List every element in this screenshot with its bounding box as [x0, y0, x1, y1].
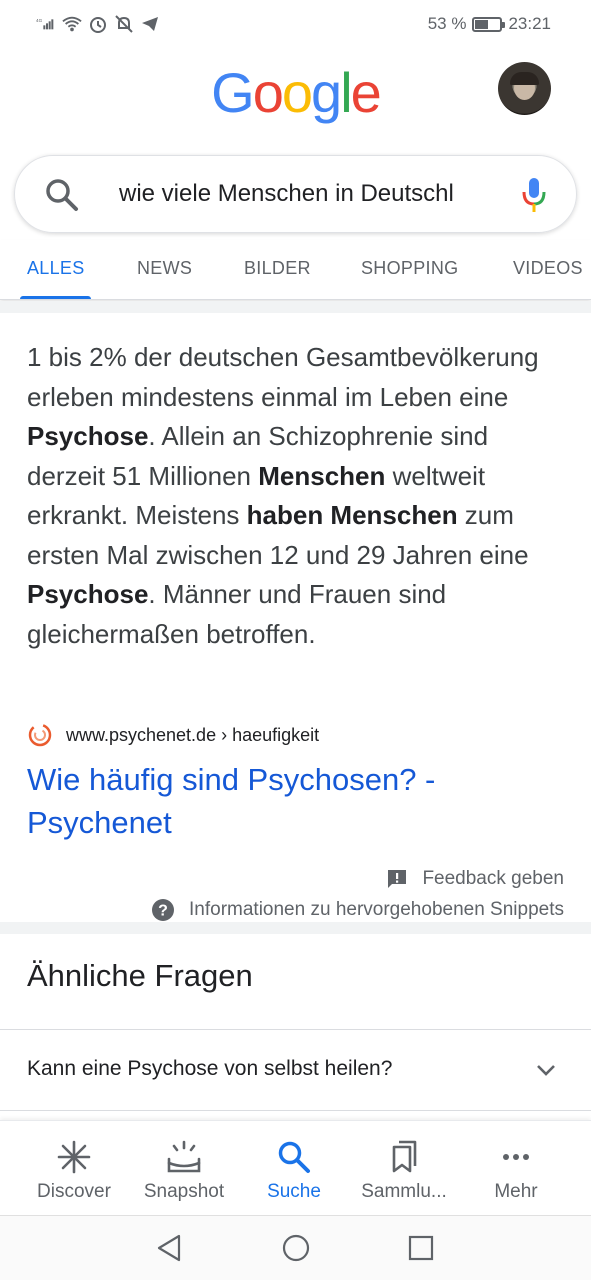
feedback-icon — [388, 870, 407, 888]
nav-discover-label: Discover — [37, 1181, 111, 1202]
logo-letter: l — [340, 61, 353, 124]
wifi-icon — [62, 16, 82, 32]
recents-icon[interactable] — [407, 1233, 435, 1263]
snippet-text: 1 bis 2% der deutschen Gesamtbevölkerung… — [27, 342, 539, 412]
snippet-highlight: Psychose — [27, 421, 149, 451]
section-gap — [0, 922, 591, 934]
search-bar[interactable]: wie viele Menschen in Deutschl — [14, 155, 577, 233]
home-icon[interactable] — [281, 1233, 311, 1263]
result-source[interactable]: www.psychenet.de › haeufigkeit — [27, 722, 319, 748]
feedback-label: Feedback geben — [422, 868, 564, 889]
logo-letter: G — [211, 61, 255, 124]
logo-letter: o — [281, 61, 313, 124]
status-bar: 4G 53 % 23:21 — [0, 0, 591, 50]
system-navigation-bar — [0, 1215, 591, 1280]
nav-snapshot[interactable]: Snapshot — [125, 1121, 243, 1216]
svg-text:4G: 4G — [36, 18, 43, 23]
asterisk-icon — [57, 1140, 91, 1174]
logo-letter: o — [252, 61, 284, 124]
tab-alles[interactable]: ALLES — [27, 258, 85, 279]
source-path: › haeufigkeit — [216, 724, 320, 745]
active-tab-indicator — [20, 296, 91, 299]
nav-sammlungen[interactable]: Sammlu... — [345, 1121, 463, 1216]
telegram-icon — [142, 17, 158, 31]
alarm-icon — [90, 17, 106, 33]
nav-mehr[interactable]: Mehr — [457, 1121, 575, 1216]
info-label: Informationen zu hervorgehobenen Snippet… — [189, 899, 564, 920]
battery-percent: 53 % — [427, 14, 467, 33]
tab-bilder[interactable]: BILDER — [244, 258, 311, 279]
collections-icon — [392, 1140, 417, 1173]
nav-sammlungen-label: Sammlu... — [361, 1181, 447, 1202]
more-icon — [503, 1154, 529, 1160]
nav-suche-label: Suche — [267, 1181, 321, 1202]
feedback-button[interactable]: Feedback geben — [386, 868, 564, 890]
tab-news[interactable]: NEWS — [137, 258, 192, 279]
nav-snapshot-label: Snapshot — [143, 1181, 225, 1202]
nav-mehr-label: Mehr — [494, 1181, 538, 1202]
avatar[interactable] — [498, 62, 551, 115]
psychenet-favicon-icon — [28, 723, 52, 747]
status-icons-left: 4G — [36, 14, 160, 34]
svg-text:?: ? — [158, 903, 168, 920]
search-icon[interactable] — [43, 176, 81, 214]
snippet-highlight: haben Menschen — [246, 500, 458, 530]
battery-icon — [472, 16, 506, 32]
snippet-highlight: Psychose — [27, 579, 149, 609]
help-icon: ? — [152, 899, 175, 921]
source-domain: www.psychenet.de — [66, 724, 217, 745]
status-icons-right: 53 % 23:21 — [428, 14, 551, 34]
bottom-navigation: Discover Snapshot Suche Sammlu... Mehr — [0, 1120, 591, 1215]
back-icon[interactable] — [155, 1233, 183, 1263]
mic-icon[interactable] — [522, 176, 546, 214]
snippet-highlight: Menschen — [258, 460, 386, 491]
mute-icon — [115, 15, 133, 33]
divider — [0, 1110, 591, 1111]
clock: 23:21 — [508, 14, 551, 33]
nav-discover[interactable]: Discover — [15, 1121, 133, 1216]
signal-icon: 4G — [36, 18, 54, 30]
logo-letter: g — [311, 61, 342, 124]
related-questions-title: Ähnliche Fragen — [27, 958, 253, 993]
tab-videos[interactable]: VIDEOS — [513, 258, 583, 279]
search-icon — [278, 1141, 310, 1173]
logo-letter: e — [350, 61, 382, 124]
result-title-link[interactable]: Wie häufig sind Psychosen? - Psychenet — [27, 758, 567, 844]
chevron-down-icon[interactable] — [535, 1060, 557, 1080]
snippet-info-link[interactable]: ? Informationen zu hervorgehobenen Snipp… — [151, 898, 564, 922]
related-question-item[interactable]: Kann eine Psychose von selbst heilen? — [27, 1057, 392, 1081]
search-input[interactable]: wie viele Menschen in Deutschl — [119, 180, 489, 208]
snapshot-icon — [167, 1140, 201, 1173]
nav-suche[interactable]: Suche — [235, 1121, 353, 1216]
section-gap — [0, 301, 591, 313]
search-tabs: ALLES NEWS BILDER SHOPPING VIDEOS — [0, 240, 591, 300]
tab-shopping[interactable]: SHOPPING — [361, 258, 458, 279]
featured-snippet-text: 1 bis 2% der deutschen Gesamtbevölkerung… — [27, 338, 567, 654]
divider — [0, 1029, 591, 1030]
